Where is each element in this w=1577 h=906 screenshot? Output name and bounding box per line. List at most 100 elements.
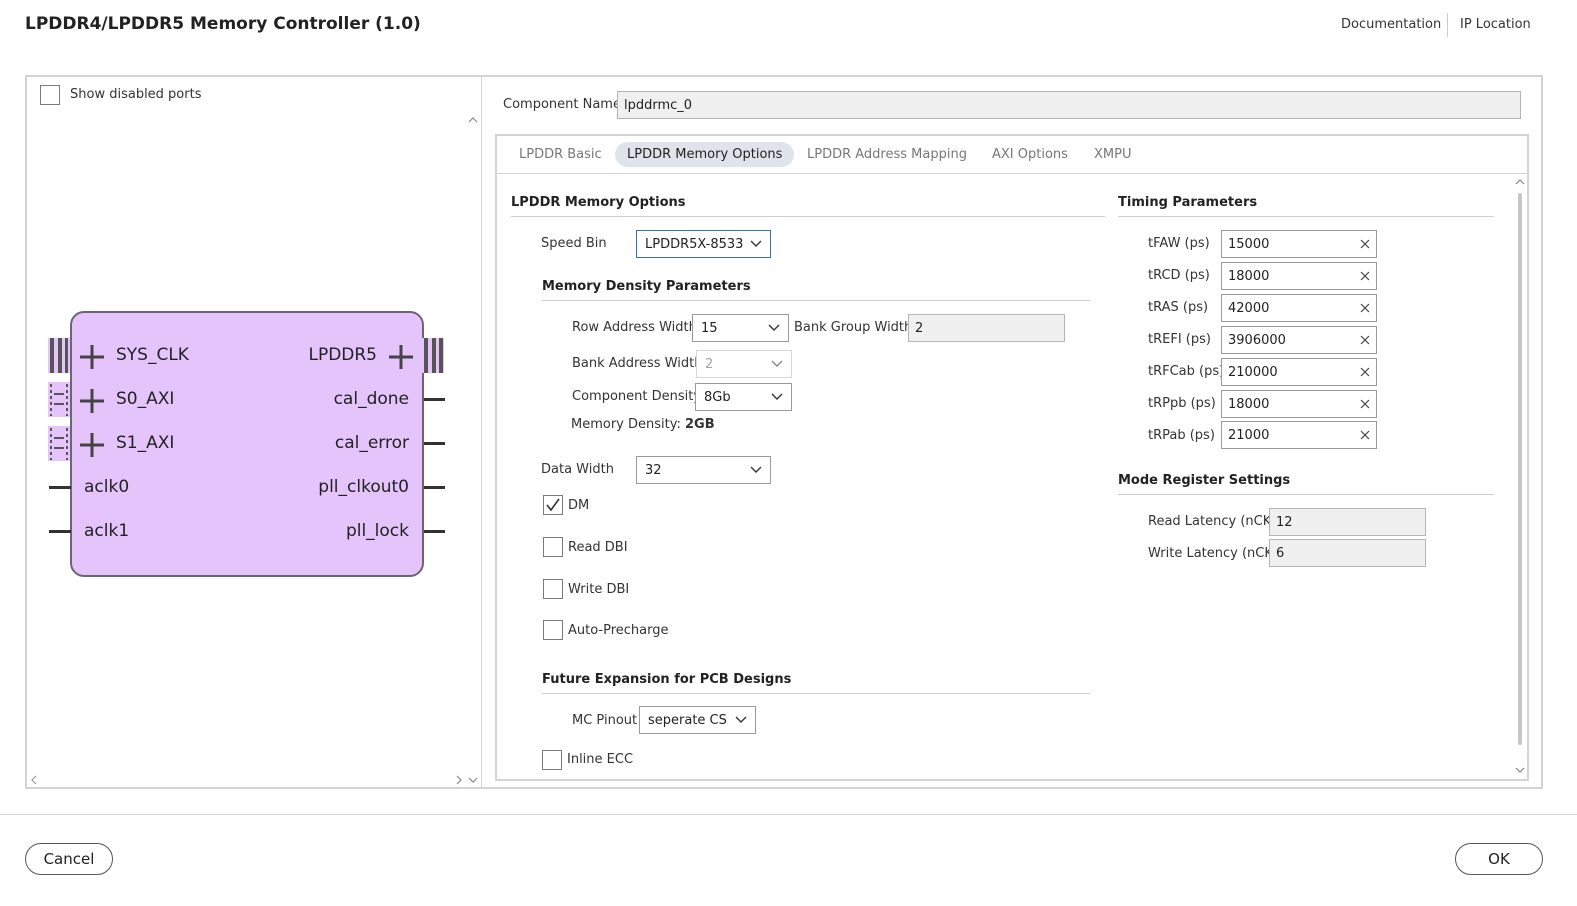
trefi-input[interactable]: 3906000 <box>1221 326 1377 354</box>
expand-lpddr5-icon[interactable] <box>388 344 414 370</box>
clear-icon[interactable] <box>1360 239 1370 249</box>
clear-icon[interactable] <box>1360 399 1370 409</box>
bank-address-width-label: Bank Address Width <box>572 356 703 371</box>
future-expansion-rule <box>542 693 1090 694</box>
chevron-down-icon <box>768 324 780 331</box>
header-separator <box>1447 13 1448 37</box>
memory-density-label: Memory Density: <box>571 417 681 432</box>
cal-done-pin <box>424 398 445 401</box>
tab-bar-divider <box>497 173 1527 174</box>
port-sys-clk: SYS_CLK <box>116 345 189 365</box>
content-scroll-up-icon[interactable] <box>1515 178 1525 186</box>
show-disabled-ports-checkbox[interactable] <box>40 85 60 105</box>
documentation-link[interactable]: Documentation <box>1341 17 1441 32</box>
tras-value: 42000 <box>1228 300 1270 316</box>
write-dbi-label: Write DBI <box>568 582 630 597</box>
cal-error-pin <box>424 442 445 445</box>
clear-icon[interactable] <box>1360 335 1370 345</box>
inline-ecc-checkbox[interactable] <box>542 750 562 770</box>
expand-s1-axi-icon[interactable] <box>79 432 105 458</box>
row-address-width-select[interactable]: 15 <box>692 314 789 342</box>
trcd-label: tRCD (ps) <box>1148 268 1210 283</box>
component-density-select[interactable]: 8Gb <box>695 383 792 411</box>
scroll-up-icon[interactable] <box>468 116 478 124</box>
speed-bin-select[interactable]: LPDDR5X-8533 <box>636 230 771 258</box>
clear-icon[interactable] <box>1360 271 1370 281</box>
s1-axi-bus-icon <box>48 426 70 461</box>
trpab-label: tRPab (ps) <box>1148 428 1215 443</box>
chevron-down-icon <box>771 360 783 367</box>
clear-icon[interactable] <box>1360 367 1370 377</box>
cancel-button[interactable]: Cancel <box>25 843 113 875</box>
tab-lpddr-basic[interactable]: LPDDR Basic <box>507 142 614 167</box>
chevron-down-icon <box>735 716 747 723</box>
component-density-label: Component Density <box>572 389 702 404</box>
clear-icon[interactable] <box>1360 303 1370 313</box>
tfaw-input[interactable]: 15000 <box>1221 230 1377 258</box>
auto-precharge-checkbox[interactable] <box>543 620 563 640</box>
read-latency-input: 12 <box>1269 508 1426 536</box>
auto-precharge-label: Auto-Precharge <box>568 623 669 638</box>
trfcab-input[interactable]: 210000 <box>1221 358 1377 386</box>
inline-ecc-label: Inline ECC <box>567 752 634 767</box>
tras-input[interactable]: 42000 <box>1221 294 1377 322</box>
bank-group-width-input: 2 <box>908 314 1065 342</box>
ok-button[interactable]: OK <box>1455 843 1543 875</box>
read-latency-value: 12 <box>1276 514 1293 530</box>
trcd-input[interactable]: 18000 <box>1221 262 1377 290</box>
scroll-left-icon[interactable] <box>30 775 38 785</box>
data-width-select[interactable]: 32 <box>636 456 771 484</box>
panel-divider[interactable] <box>481 77 482 787</box>
data-width-value: 32 <box>645 462 662 478</box>
speed-bin-label: Speed Bin <box>541 236 607 251</box>
lpddr5-bus-icon <box>422 338 444 373</box>
tab-lpddr-memory-options[interactable]: LPDDR Memory Options <box>615 142 795 167</box>
expand-sys-clk-icon[interactable] <box>79 344 105 370</box>
scroll-down-icon[interactable] <box>468 776 478 784</box>
trpab-input[interactable]: 21000 <box>1221 421 1377 449</box>
trppb-label: tRPpb (ps) <box>1148 396 1216 411</box>
memory-options-heading: LPDDR Memory Options <box>511 195 686 210</box>
content-scroll-down-icon[interactable] <box>1515 766 1525 774</box>
chevron-down-icon <box>750 240 762 247</box>
mode-register-rule <box>1118 494 1494 495</box>
bank-address-width-value: 2 <box>705 356 714 372</box>
component-name-input[interactable]: lpddrmc_0 <box>617 91 1521 119</box>
chevron-down-icon <box>771 393 783 400</box>
speed-bin-value: LPDDR5X-8533 <box>645 236 744 252</box>
port-aclk1: aclk1 <box>84 521 130 541</box>
mc-pinout-select[interactable]: seperate CS <box>639 706 756 734</box>
port-aclk0: aclk0 <box>84 477 130 497</box>
trppb-value: 18000 <box>1228 396 1270 412</box>
read-dbi-checkbox[interactable] <box>543 537 563 557</box>
tab-axi-options[interactable]: AXI Options <box>980 142 1080 167</box>
mc-pinout-label: MC Pinout <box>572 713 638 728</box>
aclk1-pin <box>49 530 71 533</box>
tras-label: tRAS (ps) <box>1148 300 1209 315</box>
scroll-right-icon[interactable] <box>455 775 463 785</box>
dm-checkbox[interactable] <box>543 495 563 515</box>
trppb-input[interactable]: 18000 <box>1221 390 1377 418</box>
mode-register-heading: Mode Register Settings <box>1118 473 1291 488</box>
tab-xmpu[interactable]: XMPU <box>1082 142 1143 167</box>
tfaw-label: tFAW (ps) <box>1148 236 1210 251</box>
row-address-width-label: Row Address Width <box>572 320 697 335</box>
write-latency-label: Write Latency (nCK) <box>1148 546 1278 561</box>
tab-lpddr-address-mapping[interactable]: LPDDR Address Mapping <box>795 142 979 167</box>
trpab-value: 21000 <box>1228 427 1270 443</box>
timing-heading: Timing Parameters <box>1118 195 1258 210</box>
clear-icon[interactable] <box>1360 430 1370 440</box>
s0-axi-bus-icon <box>48 382 70 417</box>
write-dbi-checkbox[interactable] <box>543 579 563 599</box>
write-latency-input: 6 <box>1269 539 1426 567</box>
expand-s0-axi-icon[interactable] <box>79 388 105 414</box>
memory-density-value: 2GB <box>685 417 715 432</box>
ip-location-link[interactable]: IP Location <box>1460 17 1531 32</box>
aclk0-pin <box>49 486 71 489</box>
content-scrollbar-thumb[interactable] <box>1518 193 1522 745</box>
component-density-value: 8Gb <box>704 389 731 405</box>
density-heading: Memory Density Parameters <box>542 279 751 294</box>
component-name-label: Component Name <box>503 97 621 112</box>
mc-pinout-value: seperate CS <box>648 712 727 728</box>
dm-label: DM <box>568 498 590 513</box>
